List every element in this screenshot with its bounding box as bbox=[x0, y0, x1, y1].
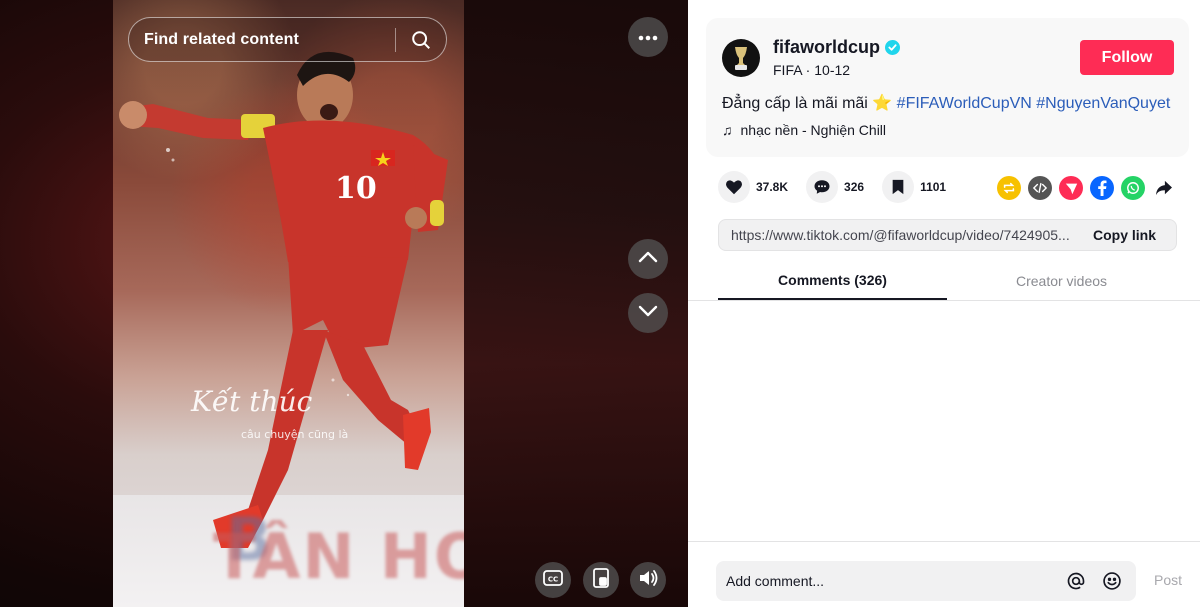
picture-in-picture-icon bbox=[593, 567, 609, 593]
comment-count: 326 bbox=[844, 180, 865, 194]
video-overlay-title: Kết thúc bbox=[191, 385, 313, 418]
panel-tabs: Comments (326) Creator videos bbox=[718, 262, 1200, 300]
search-placeholder: Find related content bbox=[144, 30, 299, 48]
more-options-button[interactable] bbox=[628, 17, 668, 57]
share-link-box[interactable]: https://www.tiktok.com/@fifaworldcup/vid… bbox=[718, 219, 1177, 251]
like-count: 37.8K bbox=[756, 180, 789, 194]
follow-button[interactable]: Follow bbox=[1080, 40, 1174, 75]
repost-icon[interactable] bbox=[997, 176, 1021, 200]
share-arrow-icon[interactable] bbox=[1152, 176, 1176, 200]
video-overlay-subtitle: câu chuyện cũng là bbox=[241, 428, 349, 441]
send-icon[interactable] bbox=[1059, 176, 1083, 200]
volume-icon bbox=[638, 569, 658, 592]
player-figure: 10 bbox=[119, 51, 448, 548]
video-info-card: fifaworldcup FIFA · 10-12 Follow Đẳng cấ… bbox=[706, 18, 1189, 157]
jersey-number: 10 bbox=[335, 171, 377, 206]
comment-placeholder[interactable]: Add comment... bbox=[726, 573, 1064, 589]
banner-text: TÂN HOÀ bbox=[213, 520, 464, 593]
mention-icon[interactable] bbox=[1064, 569, 1088, 593]
embed-icon[interactable] bbox=[1028, 176, 1052, 200]
details-panel: fifaworldcup FIFA · 10-12 Follow Đẳng cấ… bbox=[688, 0, 1200, 607]
save-count: 1101 bbox=[920, 180, 947, 194]
author-display-name: FIFA bbox=[773, 62, 802, 78]
like-button[interactable]: 37.8K bbox=[718, 171, 788, 203]
captions-button[interactable]: CC bbox=[535, 562, 571, 598]
previous-video-button[interactable] bbox=[628, 239, 668, 279]
heart-icon[interactable] bbox=[718, 171, 750, 203]
music-title[interactable]: nhạc nền - Nghiện Chill bbox=[741, 122, 887, 138]
post-comment-button[interactable]: Post bbox=[1154, 572, 1182, 588]
video-frame[interactable]: 10 B TÂN HOÀ Kết thúc câu chuyện cũng là bbox=[113, 0, 464, 607]
tab-comments[interactable]: Comments (326) bbox=[718, 262, 947, 300]
music-note-icon: ♫ bbox=[722, 122, 733, 138]
comment-divider bbox=[688, 541, 1200, 542]
emoji-icon[interactable] bbox=[1100, 569, 1124, 593]
music-link[interactable]: ♫ nhạc nền - Nghiện Chill bbox=[722, 122, 886, 138]
copy-link-button[interactable]: Copy link bbox=[1093, 227, 1156, 243]
volume-button[interactable] bbox=[630, 562, 666, 598]
floating-player-button[interactable] bbox=[583, 562, 619, 598]
save-button[interactable]: 1101 bbox=[882, 171, 946, 203]
video-caption: Đẳng cấp là mãi mãi ⭐ #FIFAWorldCupVN #N… bbox=[722, 93, 1170, 113]
whatsapp-icon[interactable] bbox=[1121, 176, 1145, 200]
tab-creator-videos[interactable]: Creator videos bbox=[947, 262, 1176, 300]
avatar[interactable] bbox=[722, 39, 760, 77]
post-date: 10-12 bbox=[814, 62, 851, 78]
author-username-text[interactable]: fifaworldcup bbox=[773, 37, 880, 58]
video-player[interactable]: 10 B TÂN HOÀ Kết thúc câu chuyện cũng là… bbox=[0, 0, 688, 607]
fifa-trophy-logo bbox=[726, 43, 756, 73]
star-emoji: ⭐ bbox=[872, 95, 893, 112]
caption-text: Đẳng cấp là mãi mãi bbox=[722, 95, 868, 112]
author-username[interactable]: fifaworldcup bbox=[773, 37, 900, 58]
cc-icon: CC bbox=[543, 569, 563, 591]
chevron-up-icon bbox=[638, 250, 658, 268]
engagement-actions: 37.8K 326 1101 bbox=[718, 170, 964, 204]
comment-input[interactable]: Add comment... bbox=[716, 561, 1136, 601]
search-divider bbox=[395, 28, 396, 52]
comment-icon[interactable] bbox=[806, 171, 839, 203]
hashtag-link[interactable]: #NguyenVanQuyet bbox=[1036, 95, 1170, 112]
search-icon[interactable] bbox=[410, 29, 432, 51]
bookmark-icon[interactable] bbox=[882, 171, 915, 203]
facebook-icon[interactable] bbox=[1090, 176, 1114, 200]
video-url[interactable]: https://www.tiktok.com/@fifaworldcup/vid… bbox=[731, 227, 1077, 243]
share-options bbox=[997, 176, 1176, 200]
hashtag-link[interactable]: #FIFAWorldCupVN bbox=[897, 95, 1032, 112]
next-video-button[interactable] bbox=[628, 293, 668, 333]
verified-badge-icon bbox=[885, 40, 900, 55]
more-icon bbox=[638, 28, 658, 46]
find-related-search[interactable]: Find related content bbox=[128, 17, 447, 62]
svg-text:CC: CC bbox=[548, 575, 558, 583]
comments-list[interactable] bbox=[688, 301, 1200, 539]
chevron-down-icon bbox=[638, 304, 658, 322]
subline-separator: · bbox=[801, 62, 815, 78]
author-subline: FIFA · 10-12 bbox=[773, 62, 850, 78]
comment-button[interactable]: 326 bbox=[806, 171, 864, 203]
